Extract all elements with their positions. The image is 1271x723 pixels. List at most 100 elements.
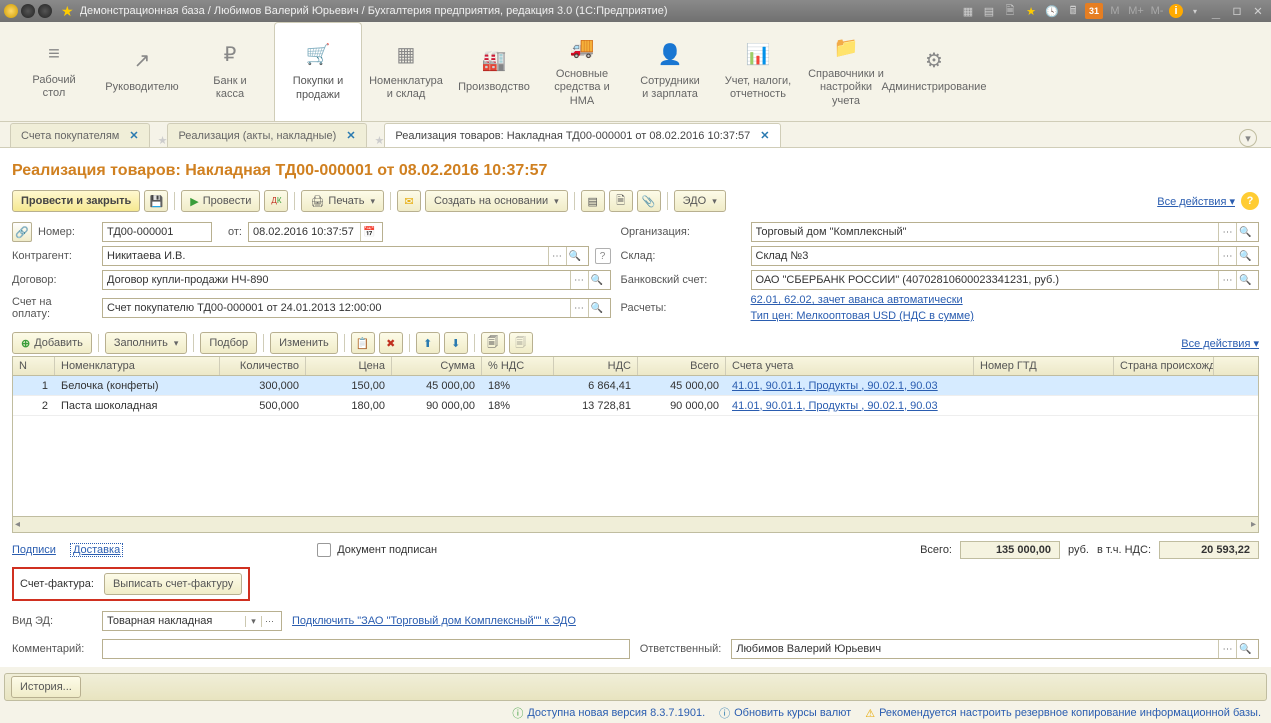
status-update-rates[interactable]: ⓘОбновить курсы валют <box>719 705 851 721</box>
section-item[interactable]: 🛒Покупки ипродажи <box>274 22 362 121</box>
calendar-picker-icon[interactable]: 📅 <box>360 223 378 241</box>
edo-button[interactable]: ЭДО▾ <box>674 190 726 212</box>
clipboard-paste-button[interactable]: 🗐 <box>509 332 533 354</box>
section-item[interactable]: 🚚Основныесредства и НМА <box>538 22 626 121</box>
tb-star-icon[interactable]: ★ <box>1022 3 1040 19</box>
section-item[interactable]: ↗Руководителю <box>98 22 186 121</box>
price-type-link[interactable]: Тип цен: Мелкооптовая USD (НДС в сумме) <box>751 310 1260 322</box>
table-body[interactable]: 1Белочка (конфеты)300,000150,0045 000,00… <box>13 376 1258 516</box>
change-button[interactable]: Изменить <box>270 332 338 354</box>
table-h-scrollbar[interactable]: ◂▸ <box>13 516 1258 532</box>
tb-mplus-icon[interactable]: M+ <box>1127 3 1145 19</box>
tab-star-icon[interactable]: ★ <box>375 134 385 147</box>
responsible-input[interactable]: Любимов Валерий Юрьевич⋯🔍 <box>731 639 1259 659</box>
nav-back-icon[interactable] <box>21 4 35 18</box>
history-button[interactable]: История... <box>11 676 81 698</box>
tb-history-icon[interactable]: 🕓 <box>1043 3 1061 19</box>
link-icon-button[interactable]: 🔗 <box>12 222 32 242</box>
status-backup-warning[interactable]: ⚠Рекомендуется настроить резервное копир… <box>865 707 1261 720</box>
document-tab[interactable]: Реализация товаров: Накладная ТД00-00000… <box>384 123 780 147</box>
close-icon[interactable]: ✕ <box>1249 3 1267 19</box>
org-input[interactable]: Торговый дом "Комплексный"⋯🔍 <box>751 222 1260 242</box>
email-button[interactable]: ✉ <box>397 190 421 212</box>
ed-select-icon[interactable]: ⋯ <box>261 616 277 627</box>
comment-input[interactable] <box>102 639 630 659</box>
tab-close-icon[interactable]: ✕ <box>129 129 138 142</box>
number-input[interactable]: ТД00-000001 <box>102 222 212 242</box>
col-sum[interactable]: Сумма <box>392 357 482 375</box>
tb-icon-2[interactable]: ▤ <box>980 3 998 19</box>
bank-open-icon[interactable]: 🔍 <box>1236 271 1254 289</box>
save-button[interactable]: 💾 <box>144 190 168 212</box>
tb-info-icon[interactable]: i <box>1169 4 1183 18</box>
all-actions-link[interactable]: Все действия ▾ <box>1157 195 1235 208</box>
tab-star-icon[interactable]: ★ <box>158 134 168 147</box>
tb-info-dd-icon[interactable]: ▾ <box>1186 3 1204 19</box>
nav-fwd-icon[interactable] <box>38 4 52 18</box>
table-row[interactable]: 1Белочка (конфеты)300,000150,0045 000,00… <box>13 376 1258 396</box>
store-select-icon[interactable]: ⋯ <box>1218 247 1236 265</box>
contractor-input[interactable]: Никитаева И.В.⋯🔍 <box>102 246 589 266</box>
tb-mminus-icon[interactable]: M- <box>1148 3 1166 19</box>
dt-kt-button[interactable]: ДК <box>264 190 288 212</box>
favorite-star-icon[interactable]: ★ <box>61 3 74 20</box>
app-orb-icon[interactable] <box>4 4 18 18</box>
status-new-version[interactable]: ⓘДоступна новая версия 8.3.7.1901. <box>512 705 705 721</box>
clipboard-copy-button[interactable]: 🗐 <box>481 332 505 354</box>
store-input[interactable]: Склад №3⋯🔍 <box>751 246 1260 266</box>
create-invoice-factura-button[interactable]: Выписать счет-фактуру <box>104 573 242 595</box>
section-item[interactable]: 👤Сотрудникии зарплата <box>626 22 714 121</box>
col-vat[interactable]: НДС <box>554 357 638 375</box>
minimize-icon[interactable]: _ <box>1207 3 1225 19</box>
move-down-button[interactable]: ⬇ <box>444 332 468 354</box>
document-tab[interactable]: Счета покупателям✕ <box>10 123 150 147</box>
calc-settings-link[interactable]: 62.01, 62.02, зачет аванса автоматически <box>751 294 1260 306</box>
delete-row-button[interactable]: ✖ <box>379 332 403 354</box>
attach-button[interactable]: 📎 <box>637 190 661 212</box>
col-price[interactable]: Цена <box>306 357 392 375</box>
post-button[interactable]: ▶Провести <box>181 190 260 212</box>
copy-row-button[interactable]: 📋 <box>351 332 375 354</box>
connect-edo-link[interactable]: Подключить "ЗАО "Торговый дом Комплексны… <box>292 615 576 627</box>
tabs-dropdown-icon[interactable]: ▾ <box>1239 129 1257 147</box>
col-nomenclature[interactable]: Номенклатура <box>55 357 220 375</box>
ctr-select-icon[interactable]: ⋯ <box>548 247 566 265</box>
org-select-icon[interactable]: ⋯ <box>1218 223 1236 241</box>
tb-icon-1[interactable]: ▦ <box>959 3 977 19</box>
date-input[interactable]: 08.02.2016 10:37:57📅 <box>248 222 383 242</box>
section-item[interactable]: ₽Банк икасса <box>186 22 274 121</box>
table-all-actions-link[interactable]: Все действия ▾ <box>1181 338 1259 350</box>
accounts-link[interactable]: 41.01, 90.01.1, Продукты , 90.02.1, 90.0… <box>732 380 938 392</box>
tb-calc-icon[interactable]: 🖩 <box>1064 3 1082 19</box>
inv-select-icon[interactable]: ⋯ <box>570 299 588 317</box>
bank-input[interactable]: ОАО "СБЕРБАНК РОССИИ" (40702810600023341… <box>751 270 1260 290</box>
tb-calendar-icon[interactable]: 31 <box>1085 3 1103 19</box>
store-open-icon[interactable]: 🔍 <box>1236 247 1254 265</box>
pick-button[interactable]: Подбор <box>200 332 257 354</box>
tb-icon-3[interactable]: 🗎 <box>1001 3 1019 19</box>
col-n[interactable]: N <box>13 357 55 375</box>
ed-type-select[interactable]: Товарная накладная ▾ ⋯ <box>102 611 282 631</box>
col-country[interactable]: Страна происхожде... <box>1114 357 1214 375</box>
accounts-link[interactable]: 41.01, 90.01.1, Продукты , 90.02.1, 90.0… <box>732 400 938 412</box>
resp-open-icon[interactable]: 🔍 <box>1236 640 1254 658</box>
section-item[interactable]: 📁Справочники инастройки учета <box>802 22 890 121</box>
agr-open-icon[interactable]: 🔍 <box>588 271 606 289</box>
add-row-button[interactable]: ⊕Добавить <box>12 332 92 354</box>
org-open-icon[interactable]: 🔍 <box>1236 223 1254 241</box>
agr-select-icon[interactable]: ⋯ <box>570 271 588 289</box>
post-and-close-button[interactable]: Провести и закрыть <box>12 190 140 212</box>
col-vat-percent[interactable]: % НДС <box>482 357 554 375</box>
inv-open-icon[interactable]: 🔍 <box>588 299 606 317</box>
maximize-icon[interactable]: ◻ <box>1228 3 1246 19</box>
files-button[interactable]: 🗎 <box>609 190 633 212</box>
ed-dropdown-icon[interactable]: ▾ <box>245 616 261 627</box>
bank-select-icon[interactable]: ⋯ <box>1218 271 1236 289</box>
col-gtd[interactable]: Номер ГТД <box>974 357 1114 375</box>
document-tab[interactable]: Реализация (акты, накладные)✕ <box>167 123 366 147</box>
create-based-button[interactable]: Создать на основании▾ <box>425 190 568 212</box>
invoice-input[interactable]: Счет покупателю ТД00-000001 от 24.01.201… <box>102 298 611 318</box>
col-total[interactable]: Всего <box>638 357 726 375</box>
document-signed-checkbox[interactable] <box>317 543 331 557</box>
help-button[interactable]: ? <box>1241 192 1259 210</box>
